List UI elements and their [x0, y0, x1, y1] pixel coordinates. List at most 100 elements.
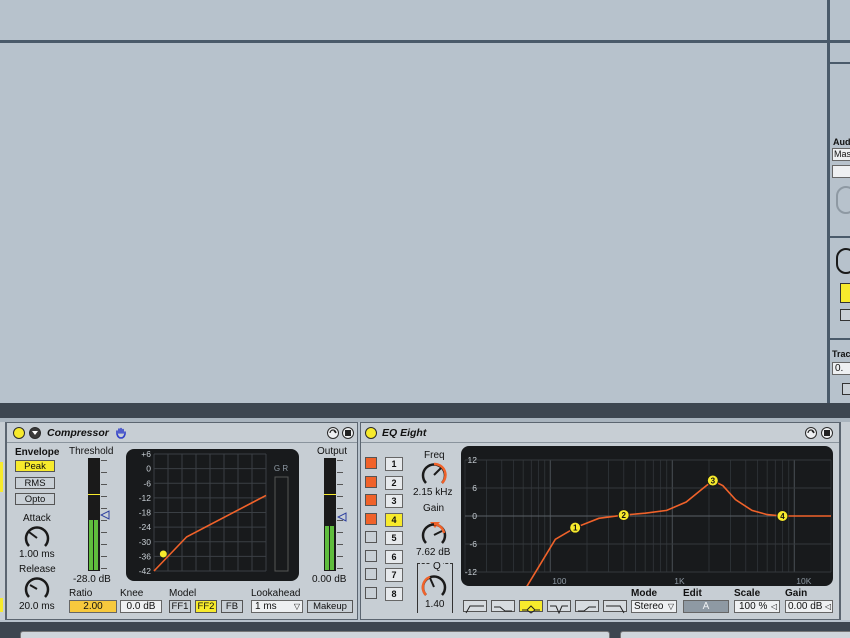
comp-tick-label: 0	[146, 464, 151, 474]
q-knob[interactable]	[420, 573, 448, 601]
edit-ab-button[interactable]: A	[683, 600, 729, 613]
freq-knob[interactable]	[420, 461, 448, 489]
band-5-button[interactable]: 5	[385, 531, 403, 545]
threshold-meter-right	[94, 520, 98, 570]
compressor-device: Compressor Envelope Peak RMS Opto Attack…	[6, 422, 358, 620]
comp-tick-label: -12	[139, 493, 152, 503]
model-ff2-button[interactable]: FF2	[195, 600, 217, 613]
filter-lowshelf-button[interactable]	[491, 600, 515, 612]
hot-swap-icon[interactable]	[327, 427, 339, 439]
band-3-button[interactable]: 3	[385, 494, 403, 508]
hand-icon	[115, 426, 127, 439]
band-3-toggle[interactable]	[365, 494, 377, 506]
band-7-toggle[interactable]	[365, 568, 377, 580]
eq-activator-icon[interactable]	[365, 427, 377, 439]
solo-button-partial[interactable]	[840, 309, 850, 321]
ratio-field[interactable]: 2.00	[69, 600, 117, 613]
output-arrow-icon[interactable]	[336, 509, 347, 527]
band-5-toggle[interactable]	[365, 531, 377, 543]
output-meter-left	[325, 526, 329, 570]
pan-knob-partial[interactable]	[836, 186, 850, 214]
output-marker	[324, 494, 336, 495]
eq-y-tick-label: 6	[472, 483, 477, 493]
eq-y-tick-label: -6	[469, 539, 477, 549]
mode-dropdown[interactable]: Stereo ▽	[631, 600, 677, 613]
eq-response-curve	[526, 479, 831, 586]
band-selector: 1 2 3 4 5 6 7 8	[365, 457, 409, 607]
model-fb-button[interactable]: FB	[221, 600, 243, 613]
audio-routing-field-2[interactable]	[832, 165, 850, 178]
band-8-button[interactable]: 8	[385, 587, 403, 601]
eq-hot-swap-icon[interactable]	[805, 427, 817, 439]
eq-save-preset-icon[interactable]	[821, 427, 833, 439]
model-ff1-button[interactable]: FF1	[169, 600, 191, 613]
gain-label: Gain	[423, 503, 445, 514]
band-6-button[interactable]: 6	[385, 550, 403, 564]
mode-label: Mode	[631, 588, 658, 599]
gain-reduction-meter	[274, 476, 289, 572]
highcut-shape-icon	[606, 605, 625, 614]
freq-value[interactable]: 2.15 kHz	[413, 487, 452, 498]
attack-value[interactable]: 1.00 ms	[19, 549, 55, 560]
threshold-arrow-icon[interactable]	[99, 507, 110, 525]
gain-knob[interactable]	[420, 521, 448, 549]
filter-bell-button[interactable]	[519, 600, 543, 614]
envelope-rms-button[interactable]: RMS	[15, 477, 55, 489]
band-1-button[interactable]: 1	[385, 457, 403, 471]
band-8-toggle[interactable]	[365, 587, 377, 599]
highshelf-shape-icon	[578, 606, 596, 612]
threshold-meter[interactable]	[88, 458, 100, 571]
band-2-button[interactable]: 2	[385, 476, 403, 490]
filter-highshelf-button[interactable]	[575, 600, 599, 612]
audio-routing-field[interactable]: Mas	[832, 148, 850, 161]
band-1-toggle[interactable]	[365, 457, 377, 469]
output-value[interactable]: 0.00 dB	[312, 574, 346, 585]
device-activator-icon[interactable]	[13, 427, 25, 439]
lookahead-dropdown[interactable]: 1 ms ▽	[251, 600, 303, 613]
envelope-peak-button[interactable]: Peak	[15, 460, 55, 472]
output-gain-field[interactable]: 0.00 dB ◁	[785, 600, 833, 613]
device-fold-icon[interactable]	[29, 427, 41, 439]
band-4-toggle[interactable]	[365, 513, 377, 525]
filter-highcut-button[interactable]	[603, 600, 627, 614]
comp-tick-label: +6	[141, 449, 151, 459]
lowshelf-shape-icon	[494, 606, 512, 612]
release-knob[interactable]	[23, 575, 51, 603]
envelope-label: Envelope	[15, 447, 60, 458]
track-button-partial[interactable]	[842, 383, 850, 395]
eq-x-tick-label: 100	[552, 576, 566, 586]
eq-x-tick-label: 1K	[674, 576, 685, 586]
volume-knob-partial[interactable]	[836, 248, 850, 274]
band-7-button[interactable]: 7	[385, 568, 403, 582]
eq-graph[interactable]: 12 6 0 -6 -12 100 1K 10K 1 2 3 4	[461, 446, 833, 586]
mode-value: Stereo	[634, 601, 664, 612]
compressor-graph[interactable]: +6 0 -6 -12 -18 -24 -30 -36 -42 G R	[126, 449, 299, 581]
bottom-panel-left	[20, 631, 610, 638]
band-6-toggle[interactable]	[365, 550, 377, 562]
activator-yellow-partial[interactable]	[840, 283, 850, 303]
attack-knob[interactable]	[23, 524, 51, 552]
q-value[interactable]: 1.40	[425, 599, 444, 610]
filter-notch-button[interactable]	[547, 600, 571, 615]
knee-field[interactable]: 0.0 dB	[120, 600, 162, 613]
output-meter[interactable]	[324, 458, 336, 571]
envelope-opto-button[interactable]: Opto	[15, 493, 55, 505]
audio-label: Aud	[833, 137, 850, 147]
freq-label: Freq	[424, 450, 445, 461]
band-4-button[interactable]: 4	[385, 513, 403, 527]
bell-shape-icon	[522, 605, 540, 614]
threshold-value[interactable]: -28.0 dB	[73, 574, 111, 585]
save-preset-icon[interactable]	[342, 427, 354, 439]
eq-title: EQ Eight	[382, 427, 427, 439]
scale-field[interactable]: 100 % ◁	[734, 600, 780, 613]
makeup-button[interactable]: Makeup	[307, 600, 353, 613]
output-gain-arrow-icon: ◁	[824, 602, 831, 611]
release-value[interactable]: 20.0 ms	[19, 601, 55, 612]
divider-top	[0, 40, 850, 43]
edit-label: Edit	[683, 588, 702, 599]
comp-tick-label: -18	[139, 508, 152, 518]
track-value-field[interactable]: 0.	[832, 362, 850, 375]
band-2-toggle[interactable]	[365, 476, 377, 488]
gain-value[interactable]: 7.62 dB	[416, 547, 450, 558]
filter-lowcut-button[interactable]	[463, 600, 487, 614]
